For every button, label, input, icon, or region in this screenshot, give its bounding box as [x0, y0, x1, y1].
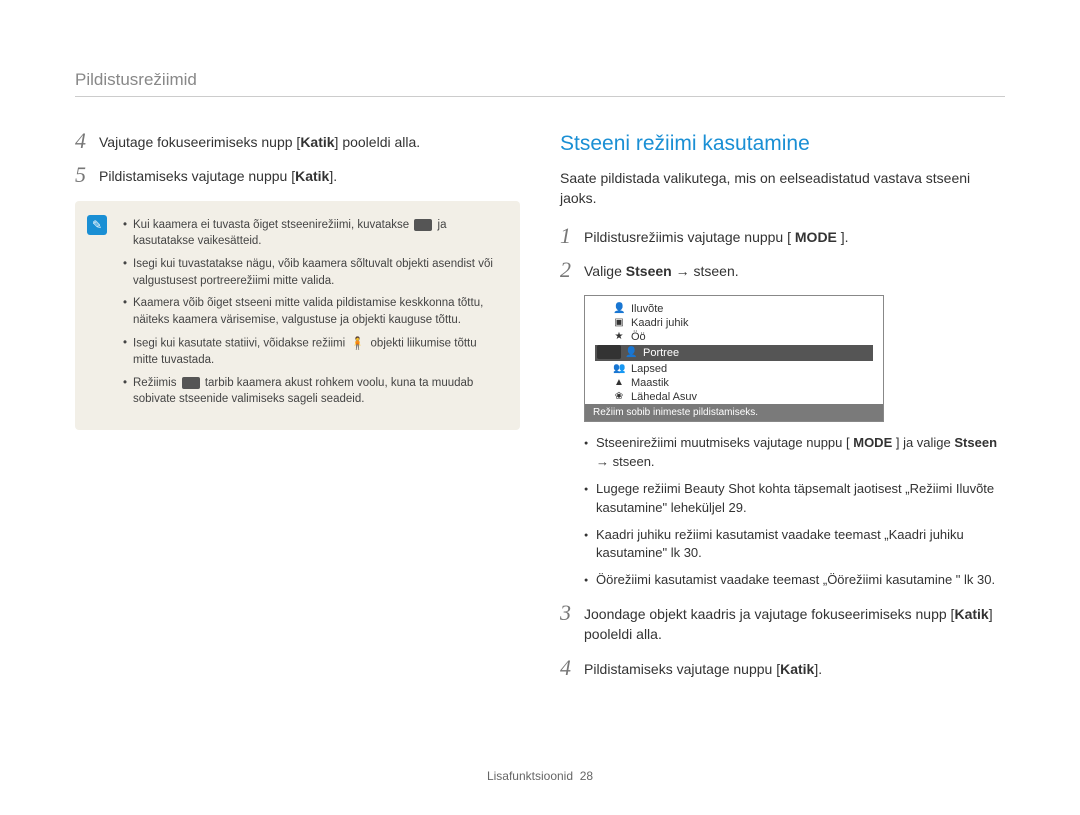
right-column: Stseeni režiimi kasutamine Saate pildist…	[560, 132, 1005, 693]
smart-mode-icon	[182, 377, 200, 389]
text: stseen.	[613, 454, 655, 469]
camera-menu-row: 👤 Portree	[595, 345, 873, 361]
text: ].	[329, 168, 337, 184]
step-number: 5	[75, 164, 99, 186]
arrow: →	[596, 454, 613, 469]
camera-menu-row: ❀ Lähedal Asuv	[595, 390, 873, 404]
note-item: Režiimis tarbib kaamera akust rohkem voo…	[123, 375, 504, 408]
bold-key: Katik	[780, 661, 814, 677]
step-2-right: 2 Valige Stseen → stseen.	[560, 261, 1005, 281]
step-3-right: 3 Joondage objekt kaadris ja vajutage fo…	[560, 604, 1005, 645]
camera-menu-row: 👤 Iluvõte	[595, 302, 873, 316]
step-text: Pildistusrežiimis vajutage nuppu [ MODE …	[584, 227, 1005, 247]
step-4-right: 4 Pildistamiseks vajutage nuppu [Katik].	[560, 659, 1005, 679]
bold-key: MODE	[795, 229, 837, 245]
arrow: →	[672, 263, 694, 279]
mode-icon	[597, 345, 621, 359]
scene-row-label: Öö	[631, 331, 646, 343]
scene-row-label: Portree	[643, 347, 679, 359]
note-item: Isegi kui tuvastatakse nägu, võib kaamer…	[123, 256, 504, 289]
sub-bullet: Kaadri juhiku režiimi kasutamist vaadake…	[584, 526, 1005, 564]
text: ] pooleldi alla.	[335, 134, 421, 150]
bold-key: MODE	[853, 435, 892, 450]
step-number: 3	[560, 602, 584, 624]
bold-key: Stseen	[626, 263, 672, 279]
text: ] ja valige	[892, 435, 954, 450]
note-item: Isegi kui kasutate statiivi, võidakse re…	[123, 335, 504, 369]
text: Pildistusrežiimis vajutage nuppu [	[584, 229, 795, 245]
text: Pildistamiseks vajutage nuppu [	[584, 661, 780, 677]
bold-key: Katik	[300, 134, 334, 150]
sub-bullet: Lugege režiimi Beauty Shot kohta täpsema…	[584, 480, 1005, 518]
scene-row-label: Maastik	[631, 377, 669, 389]
text: ].	[837, 229, 849, 245]
page-footer: Lisafunktsioonid 28	[0, 769, 1080, 783]
step-number: 2	[560, 259, 584, 281]
step-number: 4	[560, 657, 584, 679]
tripod-person-icon: 🧍	[350, 335, 365, 352]
text: Stseenirežiimi muutmiseks vajutage nuppu…	[596, 435, 853, 450]
camera-menu-illustration: 👤Iluvõte▣Kaadri juhik★Öö👤Portree👥Lapsed▲…	[584, 295, 884, 422]
scene-row-icon: ▣	[613, 317, 625, 329]
bold-key: Katik	[295, 168, 329, 184]
step-text: Joondage objekt kaadris ja vajutage foku…	[584, 604, 1005, 645]
scene-row-label: Iluvõte	[631, 303, 663, 315]
scene-row-label: Lapsed	[631, 363, 667, 375]
sub-bullet: Öörežiimi kasutamist vaadake teemast „Öö…	[584, 571, 1005, 590]
scene-row-label: Lähedal Asuv	[631, 391, 697, 403]
camera-menu-row: ▲ Maastik	[595, 376, 873, 390]
text: Pildistamiseks vajutage nuppu [	[99, 168, 295, 184]
note-item: Kui kaamera ei tuvasta õiget stseenireži…	[123, 217, 504, 250]
text: Režiimis	[133, 377, 180, 389]
note-box: Kui kaamera ei tuvasta õiget stseenireži…	[75, 201, 520, 430]
camera-meta-text: Režiim sobib inimeste pildistamiseks.	[585, 404, 883, 421]
step-text: Vajutage fokuseerimiseks nupp [Katik] po…	[99, 132, 520, 152]
note-icon	[87, 215, 107, 235]
text: Isegi kui kasutate statiivi, võidakse re…	[133, 337, 348, 349]
scene-row-icon: 👤	[625, 347, 637, 359]
text: Valige	[584, 263, 626, 279]
page-number: 28	[580, 769, 593, 783]
scene-row-icon: ❀	[613, 391, 625, 403]
text: Kui kaamera ei tuvasta õiget stseenireži…	[133, 219, 412, 231]
scene-row-label: Kaadri juhik	[631, 317, 688, 329]
bold-key: Katik	[954, 606, 988, 622]
step-4-left: 4 Vajutage fokuseerimiseks nupp [Katik] …	[75, 132, 520, 152]
text: stseen.	[693, 263, 738, 279]
scene-row-icon: ★	[613, 331, 625, 343]
note-item: Kaamera võib õiget stseeni mitte valida …	[123, 295, 504, 328]
scene-row-icon: ▲	[613, 377, 625, 389]
text: Vajutage fokuseerimiseks nupp [	[99, 134, 300, 150]
text: Joondage objekt kaadris ja vajutage foku…	[584, 606, 954, 622]
step-5-left: 5 Pildistamiseks vajutage nuppu [Katik].	[75, 166, 520, 186]
footer-label: Lisafunktsioonid	[487, 769, 573, 783]
camera-menu-row: ▣ Kaadri juhik	[595, 316, 873, 330]
step-text: Pildistamiseks vajutage nuppu [Katik].	[99, 166, 520, 186]
step-text: Pildistamiseks vajutage nuppu [Katik].	[584, 659, 1005, 679]
camera-menu-row: 👥 Lapsed	[595, 362, 873, 376]
scene-row-icon: 👥	[613, 363, 625, 375]
heading-scene-mode: Stseeni režiimi kasutamine	[560, 132, 1005, 156]
step-number: 4	[75, 130, 99, 152]
smart-mode-icon	[414, 219, 432, 231]
step-text: Valige Stseen → stseen.	[584, 261, 1005, 281]
left-column: 4 Vajutage fokuseerimiseks nupp [Katik] …	[75, 132, 520, 693]
bold-key: Stseen	[954, 435, 997, 450]
sub-bullet: Stseenirežiimi muutmiseks vajutage nuppu…	[584, 434, 1005, 472]
section-header: Pildistusrežiimid	[75, 70, 1005, 97]
scene-row-icon: 👤	[613, 303, 625, 315]
camera-menu-row: ★ Öö	[595, 330, 873, 344]
intro-text: Saate pildistada valikutega, mis on eels…	[560, 168, 1005, 209]
step-number: 1	[560, 225, 584, 247]
step-1-right: 1 Pildistusrežiimis vajutage nuppu [ MOD…	[560, 227, 1005, 247]
text: ].	[814, 661, 822, 677]
